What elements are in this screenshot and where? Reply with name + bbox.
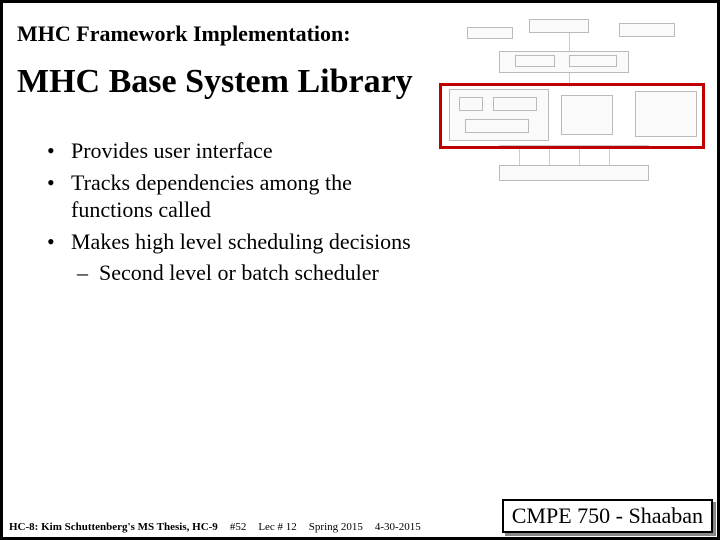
- slide: MHC Framework Implementation: MHC Base S…: [0, 0, 720, 540]
- footer-source: HC-8: Kim Schuttenberg's MS Thesis, HC-9: [9, 521, 218, 533]
- sub-bullet-text: Second level or batch scheduler: [99, 260, 379, 285]
- bullet-text: Provides user interface: [71, 138, 273, 163]
- footer-page: #52: [230, 521, 247, 533]
- list-item: Makes high level scheduling decisions Se…: [43, 228, 423, 287]
- sub-list-item: Second level or batch scheduler: [71, 259, 423, 287]
- bullet-text: Tracks dependencies among the functions …: [71, 170, 352, 223]
- bullet-list: Provides user interface Tracks dependenc…: [3, 107, 443, 287]
- footer-term: Spring 2015: [309, 521, 363, 533]
- footer-date: 4-30-2015: [375, 521, 421, 533]
- course-badge: CMPE 750 - Shaaban: [502, 499, 713, 533]
- list-item: Provides user interface: [43, 137, 423, 165]
- bullet-text: Makes high level scheduling decisions: [71, 229, 411, 254]
- list-item: Tracks dependencies among the functions …: [43, 169, 423, 224]
- footer-lecture: Lec # 12: [258, 521, 296, 533]
- diagram-thumbnail: [439, 19, 709, 209]
